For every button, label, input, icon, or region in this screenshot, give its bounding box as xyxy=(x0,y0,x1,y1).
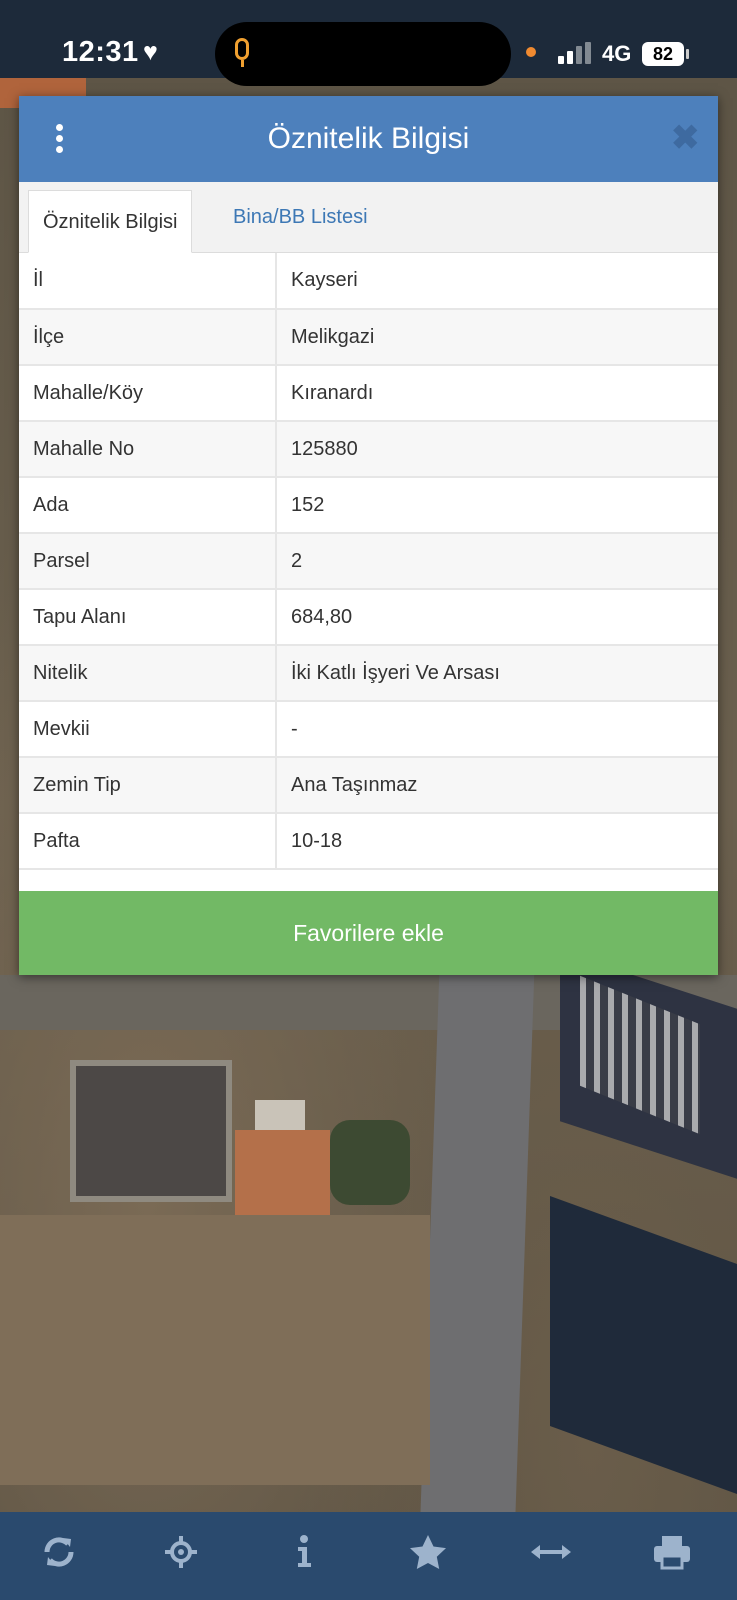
map-lot xyxy=(0,1215,430,1485)
attribute-key: Nitelik xyxy=(19,645,277,702)
close-icon[interactable]: ✖ xyxy=(671,120,700,156)
bottom-toolbar xyxy=(0,1512,737,1600)
attribute-value: Melikgazi xyxy=(276,309,718,366)
table-row: Tapu Alanı 684,80 xyxy=(19,589,718,646)
refresh-icon[interactable] xyxy=(35,1530,83,1574)
attribute-value: Ana Taşınmaz xyxy=(276,757,718,814)
microphone-icon xyxy=(241,60,244,67)
status-time: 12:31 xyxy=(62,36,139,68)
attribute-key: Ada xyxy=(19,477,277,534)
attribute-key: Mevkii xyxy=(19,701,277,758)
dialog-title: Öznitelik Bilgisi xyxy=(267,122,470,155)
map-trees xyxy=(330,1120,410,1205)
locate-icon[interactable] xyxy=(157,1530,205,1574)
attribute-value: Kayseri xyxy=(276,253,718,310)
recording-dot-icon xyxy=(526,47,536,57)
more-options-icon[interactable] xyxy=(53,124,65,154)
table-row: İl Kayseri xyxy=(19,253,718,310)
add-to-favorites-button[interactable]: Favorilere ekle xyxy=(19,891,718,975)
attribute-value: Kıranardı xyxy=(276,365,718,422)
battery-tip xyxy=(686,49,689,59)
map-building xyxy=(550,1195,737,1495)
signal-icon xyxy=(558,42,592,64)
attribute-table: İl Kayseri İlçe Melikgazi Mahalle/Köy Kıranar… xyxy=(19,253,718,870)
map-building xyxy=(70,1060,232,1202)
attribute-key: Zemin Tip xyxy=(19,757,277,814)
attribute-key: Pafta xyxy=(19,813,277,870)
star-icon[interactable] xyxy=(404,1530,452,1574)
attribute-key: İlçe xyxy=(19,309,277,366)
table-row: Mahalle No 125880 xyxy=(19,421,718,478)
attribute-value: İki Katlı İşyeri Ve Arsası xyxy=(276,645,718,702)
attribute-value: 684,80 xyxy=(276,589,718,646)
attribute-dialog: Öznitelik Bilgisi ✖ Öznitelik Bilgisi Bi… xyxy=(19,96,718,975)
attribute-key: Parsel xyxy=(19,533,277,590)
status-bar: 12:31 ♥ 4G 82 xyxy=(0,0,737,86)
table-row: Pafta 10-18 xyxy=(19,813,718,870)
table-row: Nitelik İki Katlı İşyeri Ve Arsası xyxy=(19,645,718,702)
heart-icon: ♥ xyxy=(143,38,158,66)
microphone-icon xyxy=(235,38,249,60)
map-building xyxy=(255,1100,305,1130)
network-type: 4G xyxy=(602,41,632,66)
battery-icon: 82 xyxy=(642,42,684,66)
attribute-value: 2 xyxy=(276,533,718,590)
attribute-key: Tapu Alanı xyxy=(19,589,277,646)
table-row: Zemin Tip Ana Taşınmaz xyxy=(19,757,718,814)
dynamic-island xyxy=(215,22,511,86)
attribute-key: Mahalle No xyxy=(19,421,277,478)
attribute-key: İl xyxy=(19,253,277,310)
tab-attribute-info[interactable]: Öznitelik Bilgisi xyxy=(28,190,193,253)
dialog-tabs: Öznitelik Bilgisi Bina/BB Listesi xyxy=(19,182,718,253)
print-icon[interactable] xyxy=(648,1530,696,1574)
attribute-value: 152 xyxy=(276,477,718,534)
table-row: İlçe Melikgazi xyxy=(19,309,718,366)
map-road xyxy=(420,960,535,1520)
table-row: Mevkii - xyxy=(19,701,718,758)
tab-building-list[interactable]: Bina/BB Listesi xyxy=(219,182,382,252)
attribute-key: Mahalle/Köy xyxy=(19,365,277,422)
dialog-header: Öznitelik Bilgisi ✖ xyxy=(19,96,718,182)
measure-icon[interactable] xyxy=(527,1530,575,1574)
attribute-value: - xyxy=(276,701,718,758)
table-row: Mahalle/Köy Kıranardı xyxy=(19,365,718,422)
table-row: Parsel 2 xyxy=(19,533,718,590)
map-building xyxy=(235,1130,330,1215)
info-icon[interactable] xyxy=(280,1530,328,1574)
attribute-value: 125880 xyxy=(276,421,718,478)
table-row: Ada 152 xyxy=(19,477,718,534)
attribute-value: 10-18 xyxy=(276,813,718,870)
